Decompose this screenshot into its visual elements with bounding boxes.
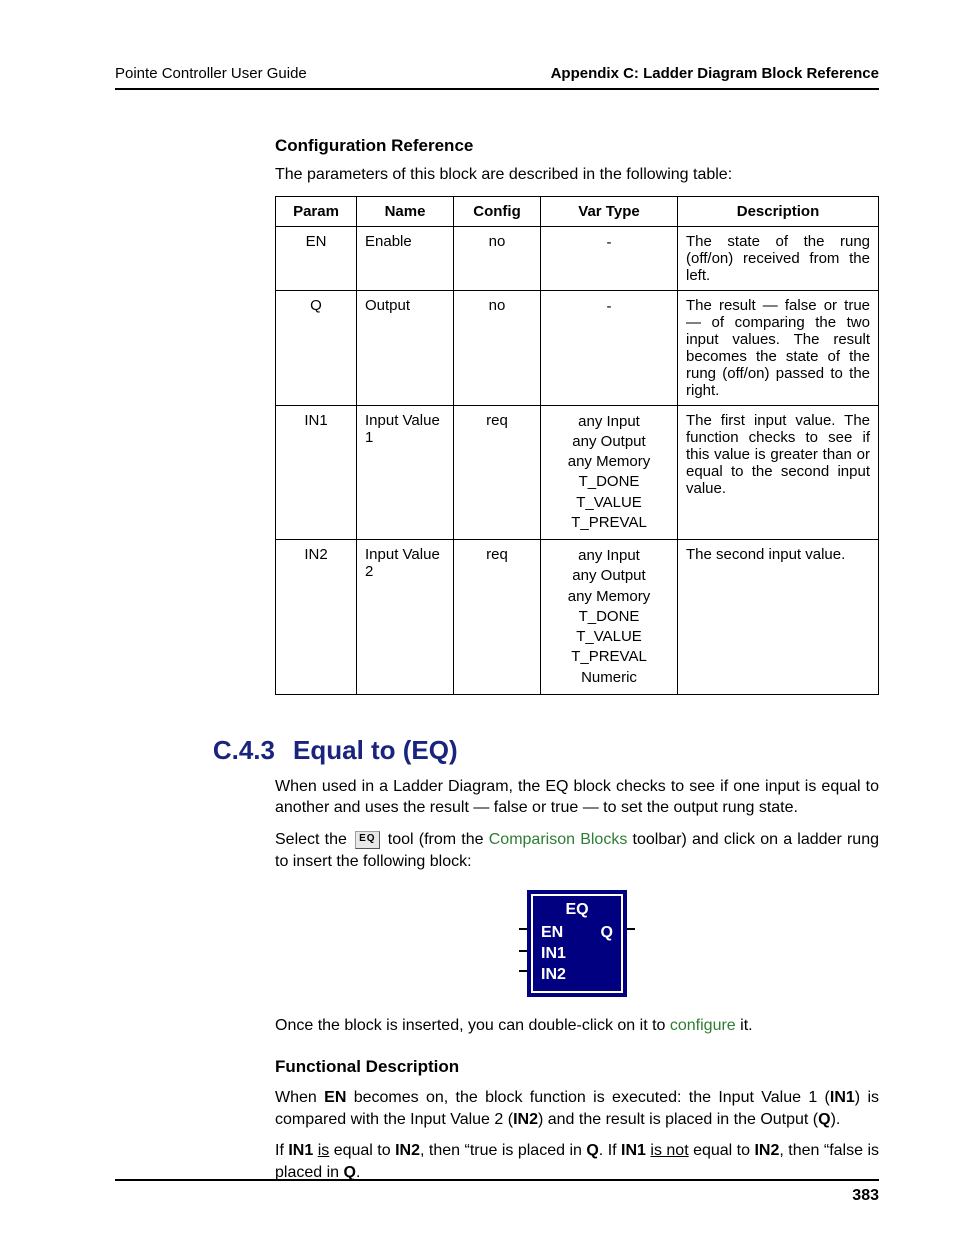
col-desc: Description bbox=[678, 196, 879, 226]
pin-in1-icon bbox=[519, 950, 527, 952]
table-row: ENEnableno-The state of the rung (off/on… bbox=[276, 226, 879, 290]
functional-description-body: When EN becomes on, the block function i… bbox=[275, 1087, 879, 1183]
fd-paragraph-2: If IN1 is equal to IN2, then “true is pl… bbox=[275, 1140, 879, 1183]
block-en: EN bbox=[541, 923, 563, 944]
block-title: EQ bbox=[541, 900, 613, 921]
table-row: IN1Input Value 1reqany Input any Output … bbox=[276, 405, 879, 540]
section-select-tool: Select the EQ tool (from the Comparison … bbox=[275, 829, 879, 872]
section-title: Equal to (EQ) bbox=[293, 735, 458, 766]
content-column: Configuration Reference The parameters o… bbox=[275, 116, 879, 1193]
comparison-blocks-link[interactable]: Comparison Blocks bbox=[489, 831, 628, 848]
section-body: When used in a Ladder Diagram, the EQ bl… bbox=[275, 776, 879, 872]
header-rule bbox=[115, 88, 879, 90]
page-body: Pointe Controller User Guide Appendix C:… bbox=[115, 65, 879, 1195]
param-table: Param Name Config Var Type Description E… bbox=[275, 196, 879, 695]
eq-tool-icon: EQ bbox=[355, 831, 379, 849]
block-in2: IN2 bbox=[541, 965, 613, 986]
col-param: Param bbox=[276, 196, 357, 226]
config-ref-intro: The parameters of this block are describ… bbox=[275, 164, 879, 186]
block-q: Q bbox=[601, 923, 613, 944]
table-header-row: Param Name Config Var Type Description bbox=[276, 196, 879, 226]
eq-block-inner: EQ EN Q IN1 IN2 bbox=[531, 894, 623, 993]
pin-in2-icon bbox=[519, 970, 527, 972]
eq-block: EQ EN Q IN1 IN2 bbox=[527, 890, 627, 997]
table-row: QOutputno-The result — false or true — o… bbox=[276, 290, 879, 405]
eq-block-diagram: EQ EN Q IN1 IN2 bbox=[527, 890, 627, 997]
page-footer: 383 bbox=[115, 1179, 879, 1205]
pin-q-icon bbox=[627, 928, 635, 930]
page-number: 383 bbox=[852, 1187, 879, 1205]
after-block-text: Once the block is inserted, you can doub… bbox=[275, 1015, 879, 1037]
col-vartype: Var Type bbox=[541, 196, 678, 226]
section-number: C.4.3 bbox=[115, 735, 275, 766]
config-ref-heading: Configuration Reference bbox=[275, 136, 879, 156]
col-config: Config bbox=[454, 196, 541, 226]
section-heading: C.4.3 Equal to (EQ) bbox=[115, 735, 879, 766]
pin-en-icon bbox=[519, 928, 527, 930]
configure-link[interactable]: configure bbox=[670, 1017, 736, 1034]
table-row: IN2Input Value 2reqany Input any Output … bbox=[276, 540, 879, 695]
block-in1: IN1 bbox=[541, 944, 613, 965]
running-header-right: Appendix C: Ladder Diagram Block Referen… bbox=[551, 65, 879, 82]
col-name: Name bbox=[357, 196, 454, 226]
functional-description-heading: Functional Description bbox=[275, 1057, 879, 1077]
fd-paragraph-1: When EN becomes on, the block function i… bbox=[275, 1087, 879, 1130]
section-p1: When used in a Ladder Diagram, the EQ bl… bbox=[275, 776, 879, 819]
running-header: Pointe Controller User Guide Appendix C:… bbox=[115, 65, 879, 88]
running-header-left: Pointe Controller User Guide bbox=[115, 65, 307, 82]
